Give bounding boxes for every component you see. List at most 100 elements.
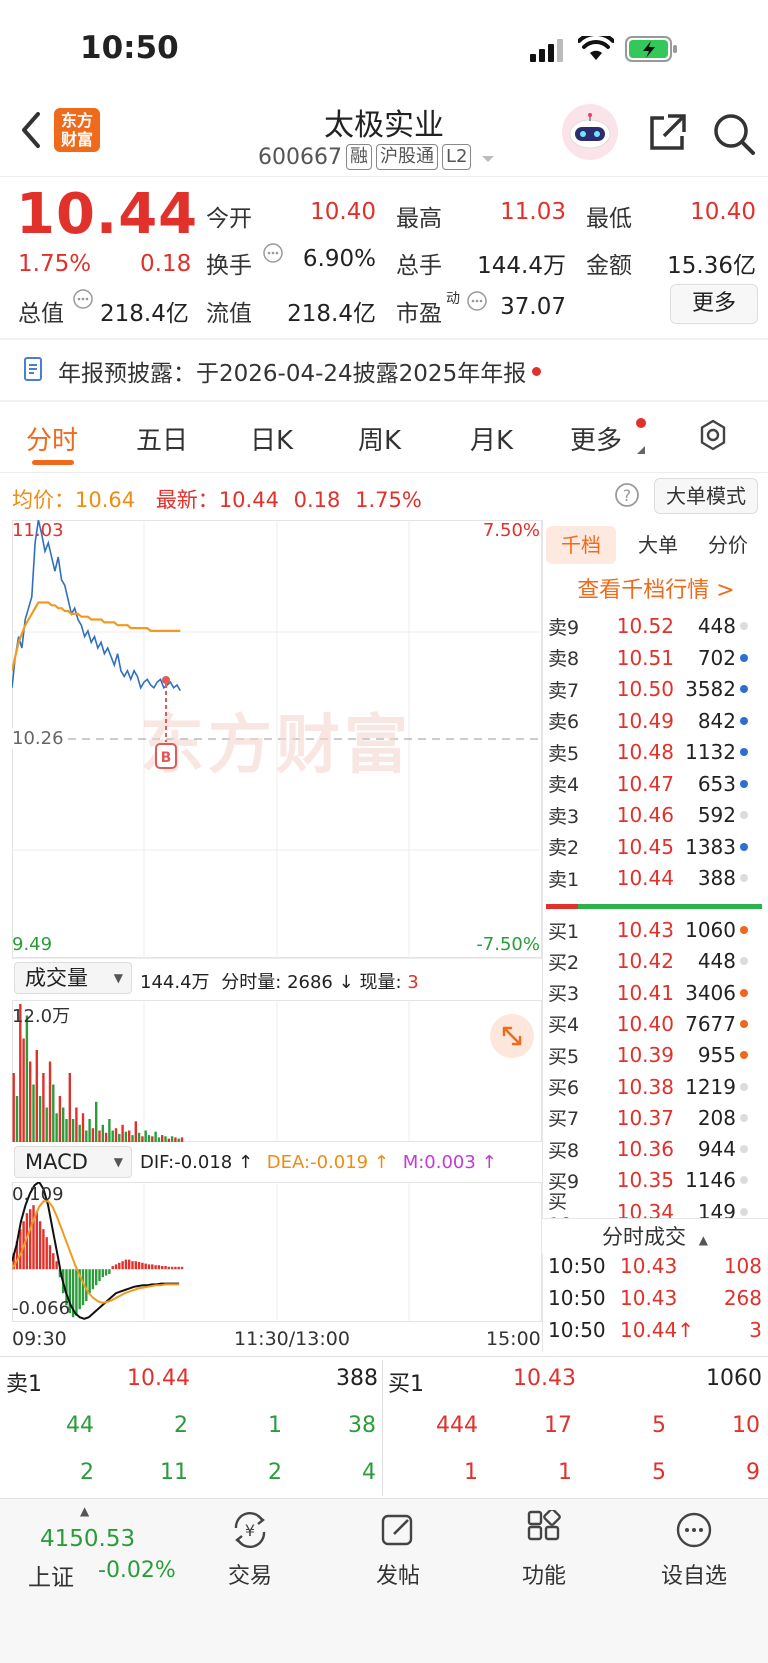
bid-row[interactable]: 买3 10.41 3406 (548, 979, 764, 1007)
tab-five-day[interactable]: 五日 (136, 420, 188, 457)
volume-bar (42, 1073, 45, 1142)
bid-row[interactable]: 买5 10.39 955 (548, 1041, 764, 1069)
volume-bar (81, 1113, 85, 1142)
stock-code-row[interactable]: 600667 融 沪股通 L2 (258, 144, 495, 170)
open-label: 今开 (206, 206, 252, 232)
bid-row[interactable]: 买1 10.43 1060 (548, 916, 764, 944)
ask-row[interactable]: 卖7 10.50 3582 (548, 675, 764, 703)
macd-bar (134, 1261, 137, 1270)
ask-row-volume: 1132 (685, 740, 736, 764)
macd-bar (108, 1269, 111, 1274)
trades-header[interactable]: 分时成交 ▲ (542, 1218, 768, 1254)
macd-bar (45, 1237, 48, 1270)
view-depth-link[interactable]: 查看千档行情 > (546, 572, 766, 604)
search-icon[interactable] (712, 112, 756, 160)
ask-row[interactable]: 卖4 10.47 653 (548, 770, 764, 798)
ask-row-label: 卖2 (548, 837, 580, 859)
index-name[interactable]: 上证 (28, 1558, 74, 1592)
macd-bar (42, 1229, 45, 1270)
bid-row-indicator-dot (740, 1019, 748, 1028)
volume-bar (108, 1119, 111, 1142)
volume-bar (161, 1135, 164, 1142)
pct-axis-bottom: -7.50% (476, 934, 540, 955)
ask-row-indicator-dot (740, 779, 748, 788)
index-expand-caret-icon[interactable]: ▲ (80, 1504, 89, 1518)
ask-row[interactable]: 卖6 10.49 842 (548, 707, 764, 735)
nav-function-label: 功能 (521, 1564, 566, 1589)
macd-bar (98, 1269, 101, 1282)
bid-row[interactable]: 买4 10.40 7677 (548, 1010, 764, 1038)
info-circle-icon[interactable] (466, 290, 488, 316)
index-value[interactable]: 4150.53 (40, 1526, 135, 1552)
bottom-ask-label: 卖1 (6, 1372, 42, 1397)
bid-row-indicator-dot (740, 1145, 748, 1154)
volume-bar (75, 1107, 78, 1142)
nav-trade[interactable]: ¥ 交易 (190, 1510, 310, 1590)
share-icon[interactable] (646, 112, 688, 158)
tab-more-caret-icon (636, 440, 646, 459)
change-value: 0.18 (140, 251, 192, 277)
bid-row-indicator-dot (740, 957, 748, 966)
volume-selector[interactable]: 成交量 ▼ (14, 962, 132, 994)
more-quote-button[interactable]: 更多 (670, 284, 758, 324)
ask-row-label: 卖1 (548, 868, 580, 891)
expand-icon[interactable] (490, 1014, 534, 1058)
price-axis-bottom: 9.49 (12, 934, 53, 955)
tab-fenshi[interactable]: 分时 (26, 420, 78, 457)
macd-bar (157, 1265, 161, 1270)
trade-volume: 3 (749, 1318, 762, 1342)
macd-chart[interactable] (12, 1182, 542, 1322)
bid-row[interactable]: 买7 10.37 208 (548, 1104, 764, 1132)
index-change[interactable]: -0.02% (98, 1558, 176, 1583)
nav-post[interactable]: 发帖 (338, 1510, 458, 1590)
help-icon[interactable]: ? (614, 482, 640, 512)
grid-icon (484, 1508, 604, 1554)
volume-bar (22, 1038, 25, 1142)
tab-active-underline (32, 460, 74, 465)
low-value: 10.40 (690, 199, 756, 225)
m-label: M: (402, 1152, 425, 1173)
volume-bar (62, 1107, 65, 1142)
bid-row[interactable]: 买8 10.36 944 (548, 1135, 764, 1163)
dea-value: -0.019 (310, 1152, 369, 1173)
bottom-ask-vol: 388 (336, 1366, 378, 1391)
volume-top-divider (12, 958, 542, 959)
volume-bar (35, 1050, 38, 1142)
chart-settings-icon[interactable] (696, 418, 730, 456)
orderbook-tab-qiandang[interactable]: 千档 (546, 526, 616, 564)
nav-function[interactable]: 功能 (484, 1508, 604, 1590)
tab-more[interactable]: 更多 (570, 420, 622, 457)
dea-label: DEA: (266, 1152, 311, 1173)
bid-row[interactable]: 买6 10.38 1219 (548, 1073, 764, 1101)
bid-row[interactable]: 买2 10.42 448 (548, 947, 764, 975)
macd-bar (121, 1261, 124, 1270)
latest-value: 10.44 (218, 488, 279, 512)
robot-avatar-icon[interactable] (562, 104, 618, 160)
info-circle-icon[interactable] (72, 288, 94, 314)
info-circle-icon[interactable] (262, 242, 284, 268)
orderbook-tab-dadan[interactable]: 大单 (626, 526, 690, 564)
ask-row[interactable]: 卖9 10.52 448 (548, 612, 764, 640)
macd-bar (101, 1269, 104, 1278)
volume-chart[interactable] (12, 1000, 542, 1142)
tab-month-k[interactable]: 月K (470, 420, 513, 457)
volume-bar (55, 1113, 58, 1142)
ask-row[interactable]: 卖8 10.51 702 (548, 644, 764, 672)
ask-row[interactable]: 卖5 10.48 1132 (548, 738, 764, 766)
report-notice[interactable]: 年报预披露：于2026-04-24披露2025年年报 (22, 354, 542, 388)
ask-row[interactable]: 卖2 10.45 1383 (548, 833, 764, 861)
ask-row[interactable]: 卖1 10.44 388 (548, 864, 764, 892)
macd-selector[interactable]: MACD ▼ (14, 1146, 132, 1178)
xian-value: 3 (407, 972, 419, 993)
tab-day-k[interactable]: 日K (250, 420, 293, 457)
dea-arrow-icon: ↑ (373, 1152, 389, 1173)
tab-week-k[interactable]: 周K (358, 420, 401, 457)
bid-queue-6: 1 (558, 1460, 572, 1485)
bid-row-label: 买7 (548, 1108, 580, 1131)
volume-bar (114, 1128, 118, 1142)
big-order-mode-button[interactable]: 大单模式 (654, 478, 758, 514)
ask-row[interactable]: 卖3 10.46 592 (548, 801, 764, 829)
trade-marker-icon[interactable]: B (154, 672, 178, 780)
orderbook-tab-fenjia[interactable]: 分价 (696, 526, 760, 564)
nav-add-watchlist[interactable]: 设自选 (634, 1510, 754, 1590)
